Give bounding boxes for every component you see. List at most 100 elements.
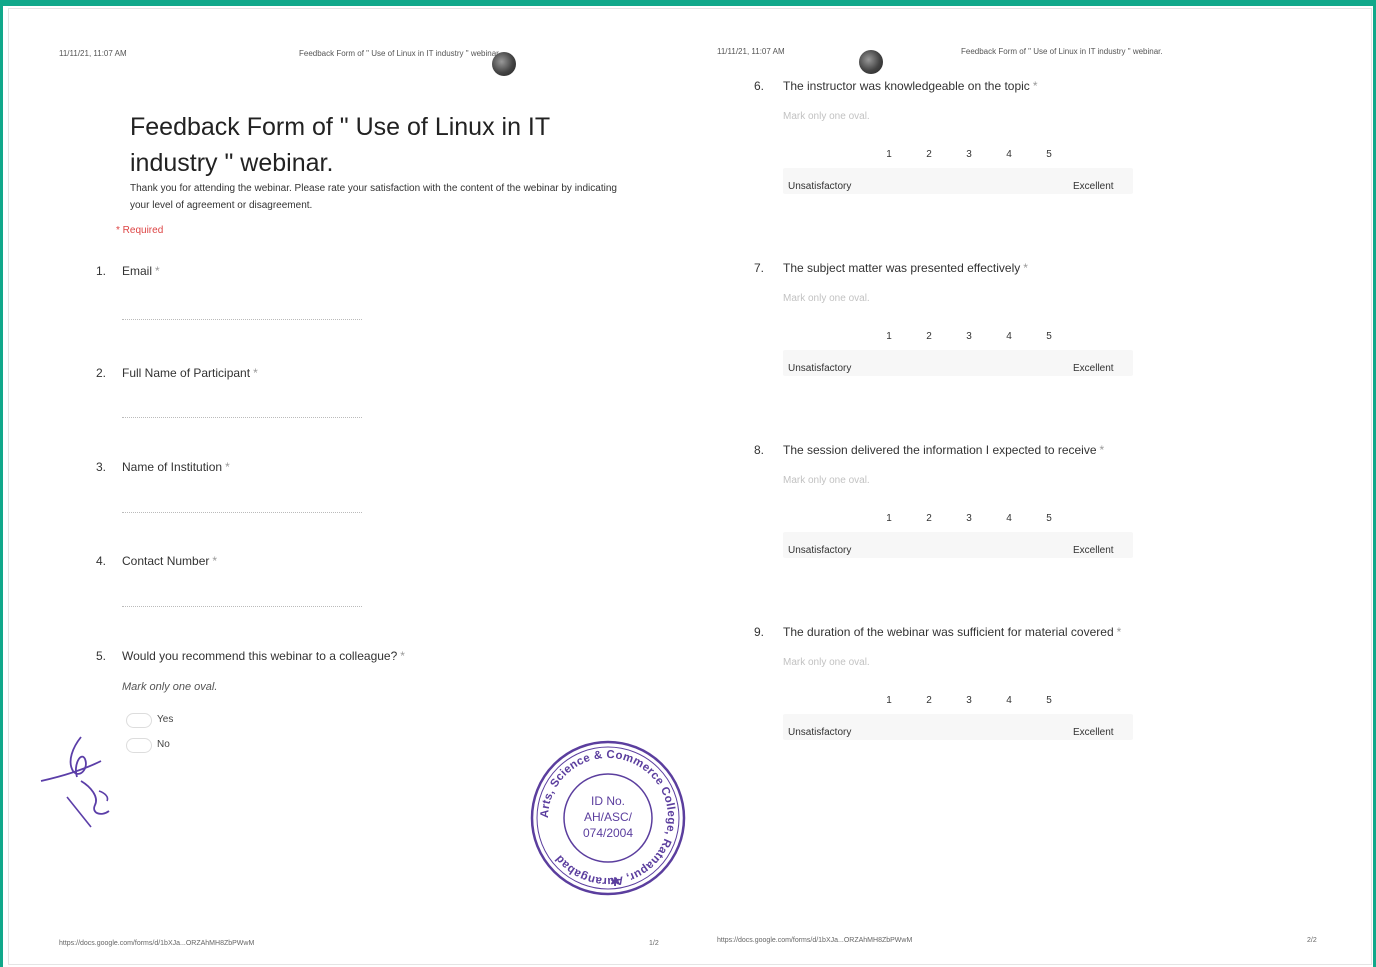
stamp-center-line-2: AH/ASC/ xyxy=(584,810,633,824)
required-note: * Required xyxy=(116,225,164,236)
form-title-line-2: industry " webinar. xyxy=(130,149,334,177)
question-number: 4. xyxy=(96,554,107,568)
question-subject-matter: The subject matter was presented effecti… xyxy=(783,261,1028,275)
scale-number: 3 xyxy=(966,695,972,706)
mark-one-oval-hint: Mark only one oval. xyxy=(783,657,870,668)
high-label: Excellent xyxy=(1073,181,1114,192)
scale-number: 1 xyxy=(886,149,892,160)
required-asterisk: * xyxy=(1032,79,1038,93)
high-label: Excellent xyxy=(1073,727,1114,738)
stamp-star-icon: ✱ xyxy=(610,875,620,889)
punch-hole-icon xyxy=(859,50,883,74)
mark-one-oval-hint: Mark only one oval. xyxy=(783,475,870,486)
required-asterisk: * xyxy=(253,366,258,380)
scale-number: 5 xyxy=(1046,513,1052,524)
scale-number: 4 xyxy=(1006,149,1012,160)
right-header-datetime: 11/11/21, 11:07 AM xyxy=(717,47,785,56)
question-label: Would you recommend this webinar to a co… xyxy=(122,649,398,663)
question-label: The subject matter was presented effecti… xyxy=(783,261,1021,275)
email-answer-line[interactable] xyxy=(122,319,362,320)
required-asterisk: * xyxy=(155,264,160,278)
stamp-center-line-1: ID No. xyxy=(591,794,625,808)
question-number: 7. xyxy=(754,261,765,275)
scale-number: 1 xyxy=(886,331,892,342)
scanned-document: 11/11/21, 11:07 AM Feedback Form of " Us… xyxy=(8,8,1372,965)
question-number: 5. xyxy=(96,649,107,663)
form-title: Feedback Form of " Use of Linux in IT in… xyxy=(130,109,610,181)
scale-number: 3 xyxy=(966,513,972,524)
high-label: Excellent xyxy=(1073,545,1114,556)
question-number: 9. xyxy=(754,625,765,639)
radio-no[interactable] xyxy=(126,738,152,753)
left-footer-page: 1/2 xyxy=(649,940,659,947)
question-number: 3. xyxy=(96,460,107,474)
scale-number: 4 xyxy=(1006,695,1012,706)
institution-answer-line[interactable] xyxy=(122,512,362,513)
left-accent-edge xyxy=(0,6,3,967)
scale-number: 3 xyxy=(966,331,972,342)
institution-seal-stamp: Arts, Science & Commerce College, Ratnap… xyxy=(530,740,686,896)
right-footer-url: https://docs.google.com/forms/d/1bXJa...… xyxy=(717,937,913,944)
left-header-datetime: 11/11/21, 11:07 AM xyxy=(59,49,127,58)
question-label: The duration of the webinar was sufficie… xyxy=(783,625,1114,639)
question-label: The session delivered the information I … xyxy=(783,443,1097,457)
question-label: Name of Institution xyxy=(122,460,223,474)
question-number: 2. xyxy=(96,366,107,380)
scale-number: 2 xyxy=(926,513,932,524)
stamp-center-line-3: 074/2004 xyxy=(583,826,633,840)
question-number: 8. xyxy=(754,443,765,457)
right-footer-page: 2/2 xyxy=(1307,937,1317,944)
question-label: Contact Number xyxy=(122,554,210,568)
form-title-line-1: Feedback Form of " Use of Linux in IT xyxy=(130,113,551,141)
question-duration: The duration of the webinar was sufficie… xyxy=(783,625,1121,639)
scale-number: 5 xyxy=(1046,331,1052,342)
punch-hole-icon xyxy=(492,52,516,76)
form-description: Thank you for attending the webinar. Ple… xyxy=(130,183,617,211)
question-instructor: The instructor was knowledgeable on the … xyxy=(783,79,1037,93)
question-label: The instructor was knowledgeable on the … xyxy=(783,79,1030,93)
scale-number: 3 xyxy=(966,149,972,160)
scale-number: 2 xyxy=(926,695,932,706)
question-recommend: Would you recommend this webinar to a co… xyxy=(122,649,405,663)
required-asterisk: * xyxy=(1116,625,1122,639)
low-label: Unsatisfactory xyxy=(788,727,852,738)
top-accent-bar xyxy=(0,0,1376,6)
full-name-answer-line[interactable] xyxy=(122,417,362,418)
question-label: Full Name of Participant xyxy=(122,366,251,380)
low-label: Unsatisfactory xyxy=(788,545,852,556)
low-label: Unsatisfactory xyxy=(788,181,852,192)
scale-number: 5 xyxy=(1046,149,1052,160)
mark-one-oval-hint: Mark only one oval. xyxy=(122,681,218,693)
right-header-title: Feedback Form of " Use of Linux in IT in… xyxy=(961,47,1163,56)
low-label: Unsatisfactory xyxy=(788,363,852,374)
question-session-delivered: The session delivered the information I … xyxy=(783,443,1104,457)
required-asterisk: * xyxy=(400,649,405,663)
mark-one-oval-hint: Mark only one oval. xyxy=(783,293,870,304)
scale-number: 4 xyxy=(1006,331,1012,342)
scale-number: 5 xyxy=(1046,695,1052,706)
scale-number: 2 xyxy=(926,331,932,342)
question-institution: Name of Institution * xyxy=(122,460,230,474)
scale-number: 4 xyxy=(1006,513,1012,524)
question-full-name: Full Name of Participant * xyxy=(122,366,258,380)
left-header-title: Feedback Form of " Use of Linux in IT in… xyxy=(299,49,501,58)
handwritten-signature xyxy=(40,736,110,828)
required-asterisk: * xyxy=(1099,443,1105,457)
radio-yes[interactable] xyxy=(126,713,152,728)
question-number: 1. xyxy=(96,264,107,278)
option-no-label: No xyxy=(157,739,170,750)
required-asterisk: * xyxy=(212,554,218,568)
required-asterisk: * xyxy=(225,460,230,474)
question-email: Email * xyxy=(122,264,160,278)
question-contact-number: Contact Number * xyxy=(122,554,217,568)
scale-number: 1 xyxy=(886,513,892,524)
contact-answer-line[interactable] xyxy=(122,606,362,607)
high-label: Excellent xyxy=(1073,363,1114,374)
scale-number: 2 xyxy=(926,149,932,160)
question-label: Email xyxy=(122,264,153,278)
question-number: 6. xyxy=(754,79,765,93)
scale-number: 1 xyxy=(886,695,892,706)
left-footer-url: https://docs.google.com/forms/d/1bXJa...… xyxy=(59,940,255,947)
mark-one-oval-hint: Mark only one oval. xyxy=(783,111,870,122)
option-yes-label: Yes xyxy=(157,714,174,725)
